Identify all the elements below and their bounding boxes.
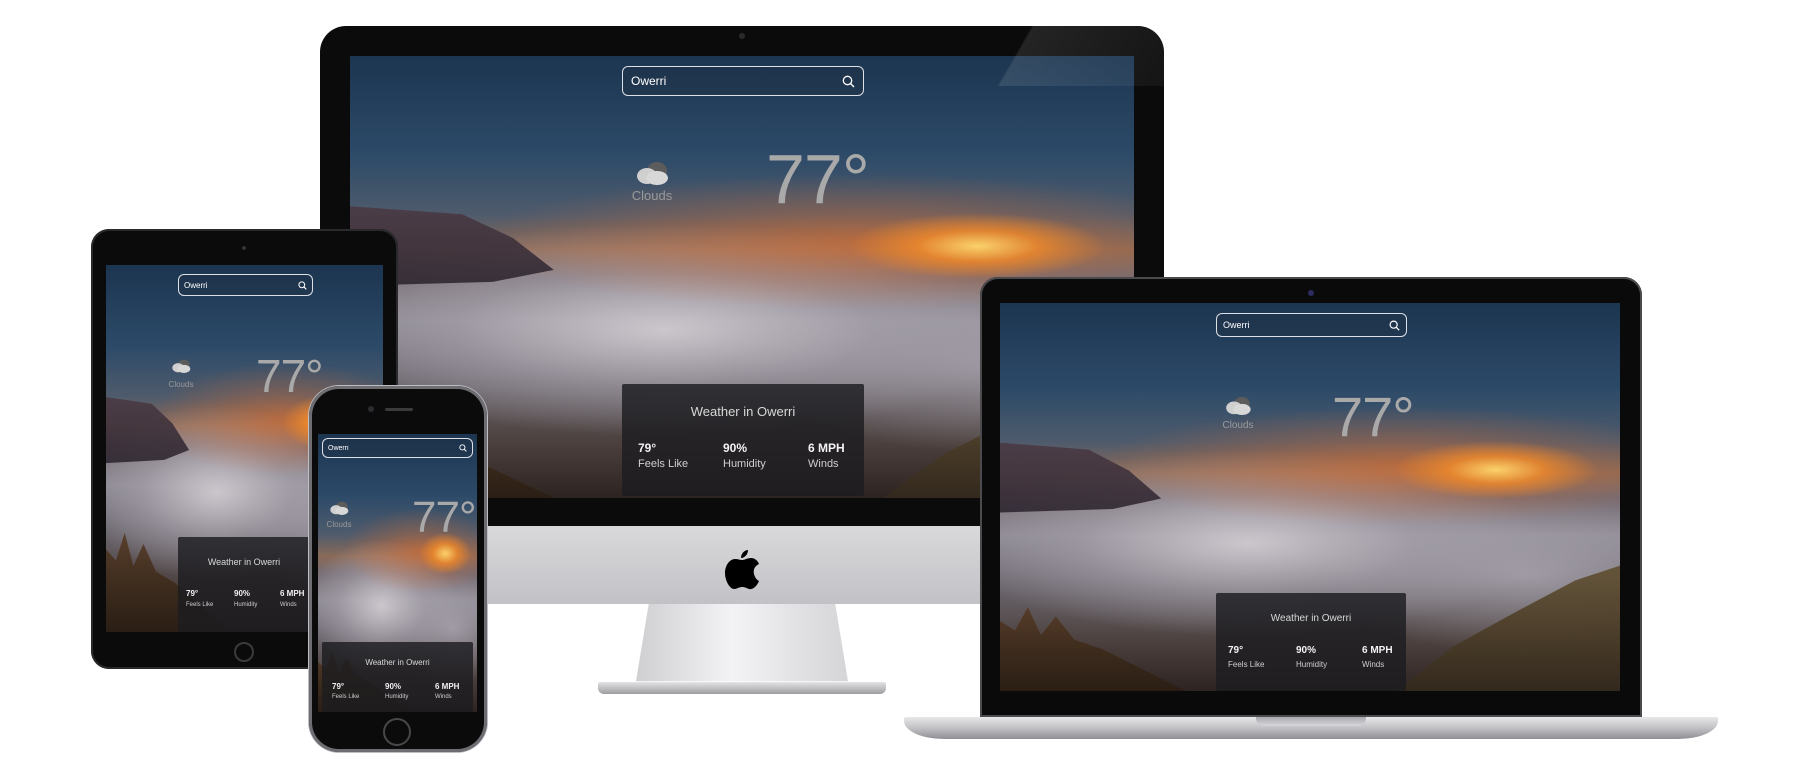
temperature: 77° — [766, 140, 870, 218]
hillside — [1396, 565, 1620, 691]
search-input[interactable]: Owerri — [322, 438, 473, 458]
stat-value: 79° — [638, 441, 657, 455]
cloud-icon — [637, 162, 668, 185]
stat-value: 79° — [332, 682, 345, 691]
search-input-value: Owerri — [631, 74, 667, 88]
stat-label: Winds — [808, 458, 839, 470]
stat-value: 90% — [723, 441, 748, 455]
stat-feels-like: 79° Feels Like — [186, 589, 213, 608]
search-input-value: Owerri — [1223, 320, 1250, 330]
stat-label: Humidity — [723, 458, 766, 470]
stat-feels-like: 79° Feels Like — [638, 441, 688, 470]
macbook-camera — [1308, 290, 1314, 296]
search-input[interactable]: Owerri — [622, 66, 864, 96]
stat-value: 90% — [385, 682, 402, 691]
stat-value: 90% — [234, 589, 251, 598]
stat-label: Feels Like — [1228, 660, 1265, 669]
condition-label: Clouds — [168, 380, 194, 389]
stat-label: Winds — [280, 602, 297, 608]
temperature: 77° — [412, 493, 477, 542]
iphone-screen: Owerri Clouds 77° Weather in Owerri 79° … — [318, 434, 477, 712]
macbook-screen: Owerri Clouds 77° Weather in Owerri 79° … — [1000, 303, 1620, 691]
weather-card: Weather in Owerri 79° Feels Like 90% Hum… — [1216, 593, 1406, 691]
search-input-value: Owerri — [328, 444, 349, 452]
search-icon[interactable] — [842, 75, 855, 88]
card-title: Weather in Owerri — [365, 658, 430, 667]
stat-label: Feels Like — [638, 458, 689, 470]
stat-value: 79° — [186, 589, 199, 598]
search-icon[interactable] — [1389, 320, 1400, 331]
stat-label: Feels Like — [332, 694, 360, 700]
stat-humidity: 90% Humidity — [385, 682, 408, 700]
stat-label: Humidity — [1296, 660, 1328, 669]
weather-condition: Clouds — [622, 160, 682, 203]
imac-base — [598, 682, 886, 694]
weather-card: Weather in Owerri 79° Feels Like 90% Hum… — [178, 537, 310, 632]
search-icon[interactable] — [459, 444, 467, 452]
macbook-lid-notch — [1256, 717, 1366, 726]
cloud-icon — [330, 501, 349, 515]
condition-label: Clouds — [326, 520, 352, 529]
cliff — [106, 397, 190, 464]
imac-glare — [960, 26, 1164, 86]
stat-value: 6 MPH — [280, 589, 305, 598]
search-icon[interactable] — [298, 280, 307, 290]
stat-label: Humidity — [234, 602, 258, 608]
card-title: Weather in Owerri — [1270, 613, 1352, 624]
iphone-camera — [368, 406, 374, 412]
stat-label: Winds — [1362, 660, 1385, 669]
condition-label: Clouds — [1222, 420, 1254, 431]
stat-label: Humidity — [385, 694, 409, 700]
cloud-icon — [172, 359, 191, 373]
stat-winds: 6 MPH Winds — [1362, 645, 1393, 669]
weather-card: Weather in Owerri 79° Feels Like 90% Hum… — [622, 384, 864, 496]
temperature: 77° — [1332, 385, 1415, 448]
stat-value: 79° — [1228, 645, 1244, 656]
imac-camera — [739, 33, 745, 39]
cliff — [1000, 442, 1162, 513]
card-title: Weather in Owerri — [207, 557, 281, 567]
imac-stand — [636, 604, 848, 682]
search-input-value: Owerri — [184, 280, 208, 290]
stat-value: 6 MPH — [435, 682, 460, 691]
ipad-camera — [242, 246, 246, 250]
ipad-home-button[interactable] — [234, 642, 254, 662]
iphone-home-button[interactable] — [383, 718, 411, 746]
search-input[interactable]: Owerri — [178, 274, 313, 296]
tree-line — [1000, 607, 1186, 691]
stat-feels-like: 79° Feels Like — [332, 682, 359, 700]
stat-winds: 6 MPH Winds — [280, 589, 304, 608]
stat-winds: 6 MPH Winds — [435, 682, 459, 700]
weather-condition: Clouds — [322, 500, 356, 529]
condition-label: Clouds — [631, 188, 673, 203]
stat-label: Feels Like — [186, 602, 214, 608]
card-title: Weather in Owerri — [690, 404, 796, 419]
iphone-speaker — [385, 408, 413, 411]
weather-condition: Clouds — [1214, 395, 1262, 431]
weather-card: Weather in Owerri 79° Feels Like 90% Hum… — [322, 642, 473, 712]
stat-value: 90% — [1296, 645, 1317, 656]
search-input[interactable]: Owerri — [1216, 313, 1407, 337]
stat-humidity: 90% Humidity — [234, 589, 257, 608]
stat-label: Winds — [435, 694, 452, 700]
stat-humidity: 90% Humidity — [723, 441, 766, 470]
stat-feels-like: 79° Feels Like — [1228, 645, 1264, 669]
stat-value: 6 MPH — [808, 441, 845, 455]
temperature: 77° — [256, 350, 324, 402]
stat-value: 6 MPH — [1362, 645, 1393, 656]
stat-humidity: 90% Humidity — [1296, 645, 1327, 669]
cloud-icon — [1226, 396, 1251, 415]
apple-logo-icon — [725, 550, 759, 590]
stat-winds: 6 MPH Winds — [808, 441, 845, 470]
weather-condition: Clouds — [164, 358, 198, 389]
